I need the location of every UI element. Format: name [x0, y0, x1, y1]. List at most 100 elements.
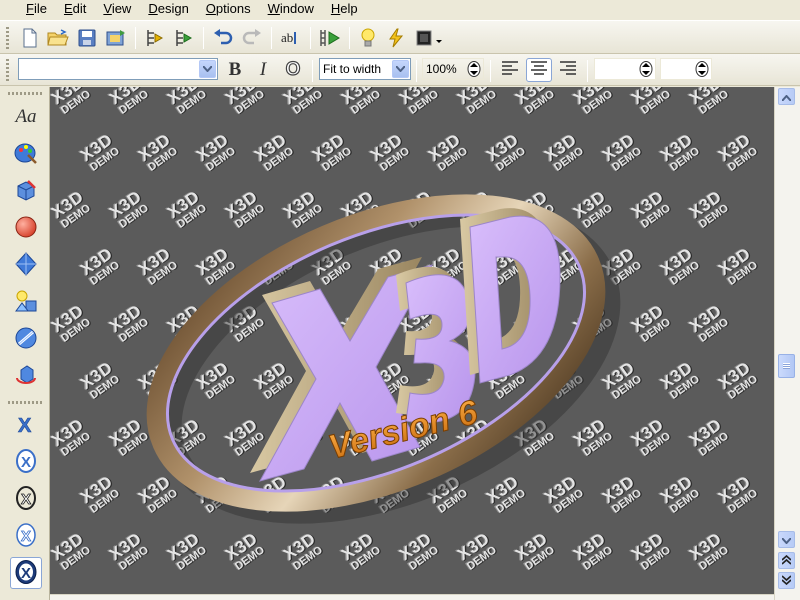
- scroll-up-button[interactable]: [778, 88, 795, 105]
- outline-button[interactable]: O: [280, 58, 306, 82]
- toolbar-grip[interactable]: [6, 27, 9, 49]
- text-tool-label: Aa: [15, 106, 37, 127]
- x-style-2-button[interactable]: X: [10, 446, 42, 478]
- sphere-icon: [14, 215, 38, 242]
- menu-design[interactable]: Design: [139, 1, 196, 16]
- camera-tool-button[interactable]: [10, 360, 42, 392]
- shape-tool-button[interactable]: [10, 249, 42, 281]
- double-arrow-up-icon: [781, 554, 792, 568]
- lightning-icon: [386, 28, 406, 48]
- spinner-icon[interactable]: [694, 60, 710, 78]
- new-file-icon: [21, 28, 39, 48]
- light-button[interactable]: [356, 26, 380, 50]
- arrow-up-icon: [781, 90, 792, 104]
- arrow-down-icon: [781, 533, 792, 547]
- align-center-button[interactable]: [526, 58, 552, 82]
- svg-text:ab: ab: [281, 30, 293, 45]
- svg-text:X: X: [21, 565, 31, 582]
- page-up-button[interactable]: [778, 552, 795, 569]
- redo-button[interactable]: [240, 26, 264, 50]
- floppy-disk-icon: [78, 29, 96, 47]
- play-preview-icon: [319, 28, 341, 48]
- new-document-button[interactable]: [18, 26, 42, 50]
- x-style-5-button[interactable]: X: [10, 557, 42, 589]
- light-tool-button[interactable]: [10, 286, 42, 318]
- save-button[interactable]: [75, 26, 99, 50]
- italic-button[interactable]: I: [250, 58, 276, 82]
- chevron-down-icon[interactable]: [392, 60, 409, 78]
- view-mode-combo[interactable]: Fit to width: [319, 58, 411, 80]
- page-down-button[interactable]: [778, 572, 795, 589]
- view-mode-value: Fit to width: [323, 62, 382, 76]
- align-right-icon: [559, 59, 577, 81]
- box-tool-button[interactable]: [10, 175, 42, 207]
- svg-text:X: X: [18, 415, 32, 436]
- animation-icon: [174, 28, 194, 48]
- cube-icon: [14, 178, 38, 205]
- menu-edit[interactable]: Edit: [55, 1, 94, 16]
- undo-button[interactable]: [211, 26, 235, 50]
- rotate-object-icon: [14, 363, 38, 390]
- zoom-spinner-icon[interactable]: [466, 60, 482, 78]
- double-arrow-down-icon: [781, 574, 792, 588]
- spell-check-button[interactable]: ab: [279, 26, 303, 50]
- open-folder-icon: [47, 29, 69, 47]
- insert-object-icon: [145, 28, 165, 48]
- font-name-combo[interactable]: [18, 58, 218, 80]
- standard-toolbar: ab: [0, 20, 800, 54]
- text-tool-button[interactable]: Aa: [10, 101, 42, 133]
- menu-window[interactable]: Window: [259, 1, 322, 16]
- object-palette: Aa X X X X X: [0, 87, 50, 600]
- x-oval-icon: X: [14, 448, 38, 477]
- toolbar-grip[interactable]: [6, 59, 9, 81]
- bold-button[interactable]: B: [222, 58, 248, 82]
- redo-icon: [242, 29, 262, 47]
- effects-button[interactable]: [384, 26, 408, 50]
- open-button[interactable]: [46, 26, 70, 50]
- size-field-2[interactable]: [660, 58, 712, 80]
- image-export-icon: [106, 29, 126, 47]
- light-shapes-icon: [14, 289, 38, 316]
- x-style-1-button[interactable]: X: [10, 409, 42, 441]
- insert-object-button[interactable]: [143, 26, 167, 50]
- size-field-1[interactable]: [594, 58, 656, 80]
- light-bulb-icon: [360, 28, 376, 48]
- menu-file[interactable]: File: [0, 1, 55, 16]
- x-style-4-button[interactable]: X: [10, 520, 42, 552]
- spinner-icon[interactable]: [638, 60, 654, 78]
- align-right-button[interactable]: [555, 58, 581, 82]
- svg-text:X: X: [21, 454, 31, 471]
- undo-icon: [213, 29, 233, 47]
- material-tool-button[interactable]: [10, 138, 42, 170]
- preview-button[interactable]: [318, 26, 342, 50]
- x-style-3-button[interactable]: X: [10, 483, 42, 515]
- background-color-button[interactable]: [412, 26, 448, 50]
- zoom-field[interactable]: 100%: [422, 58, 484, 80]
- sphere-tool-button[interactable]: [10, 212, 42, 244]
- x3d-logo-scene: Version 6: [146, 194, 621, 524]
- x-outline-oval-icon: X: [14, 522, 38, 551]
- align-left-icon: [501, 59, 519, 81]
- environment-tool-button[interactable]: [10, 323, 42, 355]
- scroll-down-button[interactable]: [778, 531, 795, 548]
- x-ring-icon: X: [14, 485, 38, 514]
- vertical-scrollbar[interactable]: [774, 87, 800, 600]
- palette-icon: [14, 141, 38, 168]
- globe-icon: [14, 326, 38, 353]
- menu-help[interactable]: Help: [322, 1, 366, 16]
- chevron-down-icon[interactable]: [199, 60, 216, 78]
- align-center-icon: [530, 59, 548, 81]
- align-left-button[interactable]: [497, 58, 523, 82]
- x-dark-ring-icon: X: [14, 559, 38, 588]
- zoom-value: 100%: [426, 62, 457, 76]
- x-letter-icon: X: [14, 412, 38, 439]
- menu-bar: File Edit View Design Options Window Help: [0, 0, 800, 17]
- diamond-icon: [14, 251, 38, 279]
- insert-animation-button[interactable]: [172, 26, 196, 50]
- export-image-button[interactable]: [104, 26, 128, 50]
- menu-view[interactable]: View: [94, 1, 139, 16]
- scroll-thumb[interactable]: [778, 354, 795, 378]
- menu-options[interactable]: Options: [197, 1, 259, 16]
- 3d-viewport[interactable]: X3D DEMO X3D DEMO X3D DEMO X3D DEMO X3D DEMO X3D DE…: [50, 87, 774, 600]
- horizontal-scrollbar[interactable]: [50, 594, 774, 600]
